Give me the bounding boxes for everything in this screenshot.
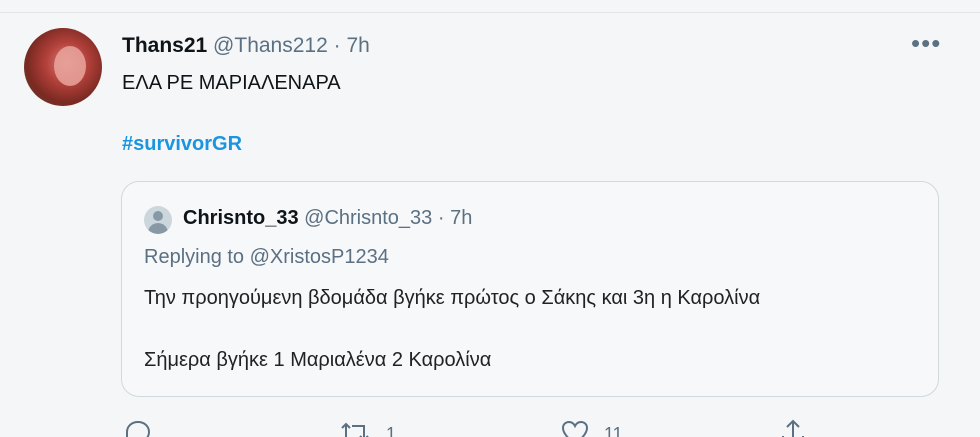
quoted-tweet-header: Chrisnto_33 @Chrisnto_33 · 7h [183,207,472,230]
share-icon [782,419,804,437]
tweet-header: Thans21 @Thans212 · 7h [122,34,370,58]
tweet-time[interactable]: 7h [346,34,369,57]
share-button[interactable] [778,418,808,437]
like-button[interactable]: 11 [560,418,623,437]
replying-prefix: Replying to [144,246,245,268]
tweet-text: ΕΛΑ ΡΕ ΜΑΡΙΑΛΕΝΑΡΑ [122,72,341,94]
quoted-tweet[interactable]: Chrisnto_33 @Chrisnto_33 · 7h Replying t… [121,181,939,397]
replying-to: Replying to @XristosP1234 [144,246,389,269]
hashtag-link[interactable]: #survivorGR [122,133,242,156]
quoted-tweet-time: 7h [450,207,473,229]
quoted-display-name: Chrisnto_33 [183,207,299,229]
retweet-count: 1 [386,424,397,437]
user-handle[interactable]: @Thans212 [213,34,328,57]
avatar[interactable] [24,28,102,106]
more-icon[interactable]: ••• [911,30,941,56]
retweet-icon [341,422,369,437]
quoted-text-line-1: Την προηγούμενη βδομάδα βγήκε πρώτος ο Σ… [144,287,761,309]
action-bar: 1 11 [0,418,980,437]
separator: · [333,34,341,57]
timeline-divider [0,0,980,13]
reply-icon [126,420,151,437]
quoted-user-handle: @Chrisnto_33 [304,207,433,229]
display-name[interactable]: Thans21 [122,34,207,57]
replying-handle: @XristosP1234 [249,246,389,268]
default-avatar-icon [144,206,172,234]
like-count: 11 [604,424,623,437]
quoted-text-line-2: Σήμερα βγήκε 1 Μαριαλένα 2 Καρολίνα [144,349,492,371]
retweet-button[interactable]: 1 [338,418,396,437]
like-icon [561,420,589,437]
reply-button[interactable] [122,418,166,437]
separator: · [437,207,445,229]
